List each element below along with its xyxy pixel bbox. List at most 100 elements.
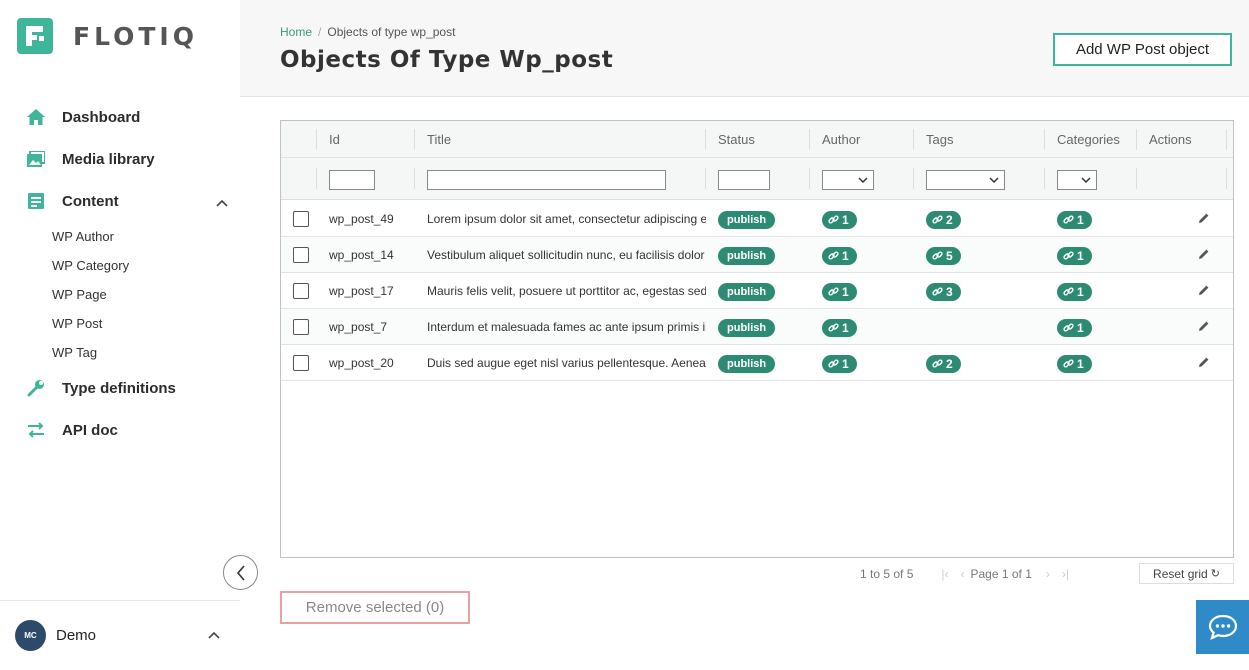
relation-count: 1 <box>842 212 849 227</box>
edit-pencil-icon[interactable] <box>1198 356 1210 368</box>
filter-categories-select[interactable] <box>1057 170 1097 190</box>
previous-page-icon[interactable]: ‹ <box>961 567 965 581</box>
column-header-id[interactable]: Id <box>317 121 340 158</box>
edit-pencil-icon[interactable] <box>1198 212 1210 224</box>
chevron-up-icon[interactable] <box>216 194 228 212</box>
collapse-sidebar-button[interactable] <box>223 555 258 590</box>
relation-badge[interactable]: 2 <box>926 354 961 373</box>
cell-status: publish <box>718 345 808 381</box>
relation-badge[interactable]: 2 <box>926 210 961 229</box>
cell-categories: 1 <box>1057 309 1137 345</box>
cell-status: publish <box>718 237 808 273</box>
relation-badge[interactable]: 1 <box>1057 282 1092 301</box>
column-header-author[interactable]: Author <box>810 121 860 158</box>
relation-badge[interactable]: 1 <box>822 282 857 301</box>
grid-header: Id Title Status Author Tags Categories A… <box>281 121 1233 158</box>
status-badge: publish <box>718 210 776 229</box>
chat-support-button[interactable] <box>1196 600 1249 654</box>
relation-badge[interactable]: 1 <box>1057 210 1092 229</box>
page-header: Home / Objects of type wp_post Objects Of … <box>240 0 1249 97</box>
sidebar-subitem-wp-author[interactable]: WP Author <box>52 222 240 251</box>
sidebar-subitem-wp-tag[interactable]: WP Tag <box>52 338 240 367</box>
breadcrumb: Home / Objects of type wp_post <box>280 25 455 39</box>
sidebar-item-label: Content <box>62 192 119 210</box>
column-header-status[interactable]: Status <box>706 121 755 158</box>
table-row[interactable]: wp_post_7 Interdum et malesuada fames ac… <box>281 309 1233 345</box>
link-icon <box>828 215 839 224</box>
relation-badge[interactable]: 1 <box>822 210 857 229</box>
sidebar-subitem-wp-category[interactable]: WP Category <box>52 251 240 280</box>
table-row[interactable]: wp_post_49 Lorem ipsum dolor sit amet, c… <box>281 201 1233 237</box>
sidebar-subitem-wp-post[interactable]: WP Post <box>52 309 240 338</box>
breadcrumb-current: Objects of type wp_post <box>327 25 456 39</box>
sidebar-subitem-wp-page[interactable]: WP Page <box>52 280 240 309</box>
table-row[interactable]: wp_post_17 Mauris felis velit, posuere u… <box>281 273 1233 309</box>
sidebar-item-dashboard[interactable]: Dashboard <box>0 96 240 138</box>
relation-badge[interactable]: 1 <box>822 318 857 337</box>
logo[interactable]: FLOTIQ <box>17 18 198 54</box>
relation-badge[interactable]: 3 <box>926 282 961 301</box>
edit-pencil-icon[interactable] <box>1198 248 1210 260</box>
column-header-title[interactable]: Title <box>415 121 451 158</box>
avatar: MC <box>15 620 46 651</box>
sidebar-item-type-definitions[interactable]: Type definitions <box>0 367 240 409</box>
pagination: 1 to 5 of 5 |‹ ‹ Page 1 of 1 › ›| <box>860 563 1075 585</box>
filter-status-input[interactable] <box>718 170 770 190</box>
sidebar-item-api-doc[interactable]: API doc <box>0 409 240 451</box>
home-icon <box>26 107 46 127</box>
sidebar-item-media-library[interactable]: Media library <box>0 138 240 180</box>
column-header-tags[interactable]: Tags <box>914 121 953 158</box>
relation-badge[interactable]: 1 <box>1057 246 1092 265</box>
table-row[interactable]: wp_post_14 Vestibulum aliquet sollicitud… <box>281 237 1233 273</box>
chevron-down-icon <box>989 175 999 185</box>
relation-badge[interactable]: 1 <box>1057 318 1092 337</box>
breadcrumb-home-link[interactable]: Home <box>280 25 312 39</box>
add-object-button[interactable]: Add WP Post object <box>1053 33 1232 66</box>
cell-tags: 2 <box>926 345 1036 381</box>
chevron-up-icon[interactable] <box>208 631 220 639</box>
relation-badge[interactable]: 1 <box>1057 354 1092 373</box>
cell-id: wp_post_49 <box>329 212 394 226</box>
link-icon <box>828 251 839 260</box>
relation-count: 5 <box>946 248 953 263</box>
edit-pencil-icon[interactable] <box>1198 284 1210 296</box>
reset-grid-button[interactable]: Reset grid ↻ <box>1139 563 1234 584</box>
cell-tags <box>926 309 1036 345</box>
row-checkbox[interactable] <box>293 247 309 263</box>
first-page-icon[interactable]: |‹ <box>941 567 948 581</box>
row-checkbox[interactable] <box>293 211 309 227</box>
cell-author: 1 <box>822 237 912 273</box>
next-page-icon[interactable]: › <box>1046 567 1050 581</box>
remove-selected-button[interactable]: Remove selected (0) <box>280 591 470 624</box>
relation-badge[interactable]: 1 <box>822 246 857 265</box>
relation-badge[interactable]: 1 <box>822 354 857 373</box>
link-icon <box>828 323 839 332</box>
cell-tags: 3 <box>926 273 1036 309</box>
relation-badge[interactable]: 5 <box>926 246 961 265</box>
relation-count: 1 <box>842 356 849 371</box>
cell-title: Interdum et malesuada fames ac ante ipsu… <box>427 320 706 334</box>
cell-author: 1 <box>822 345 912 381</box>
pagination-page-label: Page 1 of 1 <box>970 567 1032 581</box>
table-row[interactable]: wp_post_20 Duis sed augue eget nisl vari… <box>281 345 1233 381</box>
filter-id-input[interactable] <box>329 170 375 190</box>
cell-categories: 1 <box>1057 237 1137 273</box>
sidebar-item-label: Type definitions <box>62 379 176 397</box>
edit-pencil-icon[interactable] <box>1198 320 1210 332</box>
relation-count: 1 <box>1077 284 1084 299</box>
filter-title-input[interactable] <box>427 170 666 190</box>
cell-categories: 1 <box>1057 201 1137 237</box>
row-checkbox[interactable] <box>293 283 309 299</box>
link-icon <box>932 359 943 368</box>
user-menu[interactable]: MC Demo <box>0 600 240 670</box>
column-header-categories[interactable]: Categories <box>1045 121 1120 158</box>
relation-count: 2 <box>946 356 953 371</box>
row-checkbox[interactable] <box>293 319 309 335</box>
filter-tags-select[interactable] <box>926 170 1005 190</box>
filter-author-select[interactable] <box>822 170 874 190</box>
row-checkbox[interactable] <box>293 355 309 371</box>
cell-status: publish <box>718 201 808 237</box>
last-page-icon[interactable]: ›| <box>1062 567 1069 581</box>
cell-author: 1 <box>822 201 912 237</box>
sidebar-item-content[interactable]: Content <box>0 180 240 222</box>
